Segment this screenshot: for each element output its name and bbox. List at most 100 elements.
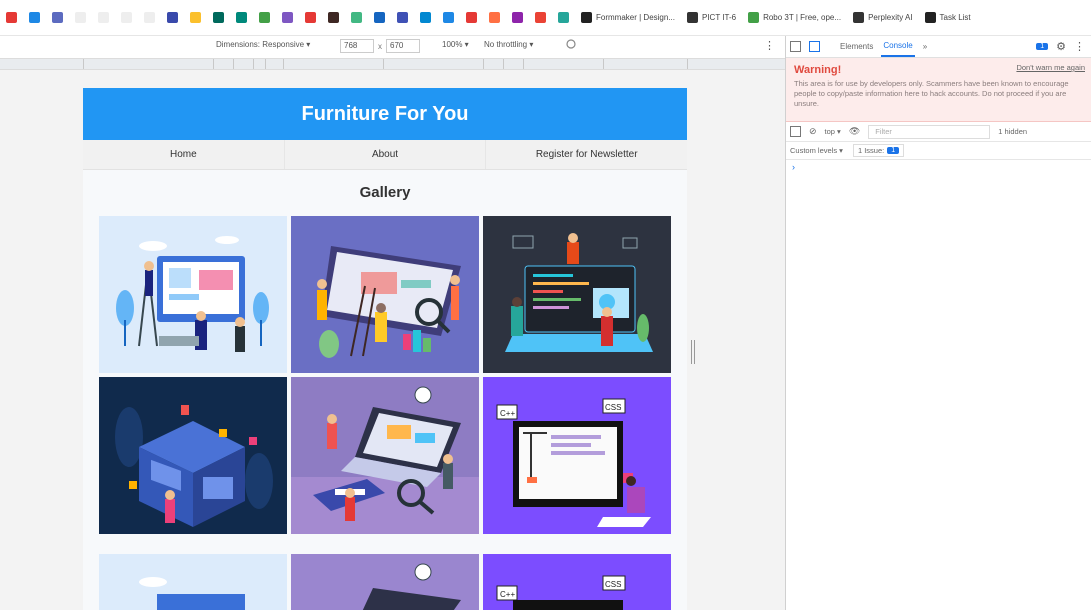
app-icon <box>512 12 523 23</box>
bookmark-item[interactable] <box>75 12 86 23</box>
leaf-icon <box>748 12 760 23</box>
bookmark-item[interactable] <box>236 12 247 23</box>
custom-levels-dropdown[interactable]: Custom levels ▾ <box>790 146 843 155</box>
bookmark-item[interactable]: Formmaker | Design... <box>581 12 675 23</box>
bookmark-item[interactable] <box>558 12 569 23</box>
site-nav: Home About Register for Newsletter <box>83 140 687 170</box>
app-icon <box>443 12 454 23</box>
bookmark-item[interactable]: Perplexity AI <box>853 12 913 23</box>
devtools-menu-icon[interactable]: ⋮ <box>1074 40 1085 53</box>
gallery-grid: C++ CSS <box>99 216 672 534</box>
inspect-element-icon[interactable] <box>790 41 801 52</box>
device-toggle-icon[interactable] <box>809 41 820 52</box>
bookmark-item[interactable] <box>328 12 339 23</box>
bookmark-item[interactable] <box>489 12 500 23</box>
device-toolbar: Dimensions: Responsive ▾ 768 x 670 100% … <box>0 36 785 58</box>
gallery-image[interactable] <box>99 216 287 373</box>
warning-text: This area is for use by developers only.… <box>794 79 1069 108</box>
gallery-image[interactable] <box>291 216 479 373</box>
console-toolbar: ⊘ top ▾ 👁 Filter 1 hidden <box>786 122 1091 142</box>
bookmark-item[interactable]: Task List <box>924 12 971 23</box>
bookmark-item[interactable] <box>535 12 546 23</box>
settings-gear-icon[interactable]: ⚙ <box>1056 40 1066 53</box>
app-icon <box>397 12 408 23</box>
zoom-dropdown[interactable]: 100% ▾ <box>442 40 469 49</box>
bookmark-item[interactable] <box>167 12 178 23</box>
bookmark-item[interactable] <box>213 12 224 23</box>
pen-icon <box>52 12 63 23</box>
bookmark-item[interactable] <box>351 12 362 23</box>
gallery-image[interactable] <box>291 377 479 534</box>
svg-text:C++: C++ <box>500 409 515 418</box>
filter-input[interactable]: Filter <box>868 124 991 139</box>
gallery-grid-partial-row: C++ CSS <box>99 554 672 610</box>
clear-console-icon[interactable]: ⊘ <box>809 126 817 137</box>
height-input[interactable]: 670 <box>386 39 420 53</box>
app-icon <box>374 12 385 23</box>
console-prompt[interactable]: › <box>786 160 1091 174</box>
bookmark-item[interactable] <box>121 12 132 23</box>
tab-elements[interactable]: Elements <box>840 42 873 51</box>
nav-register-newsletter-link[interactable]: Register for Newsletter <box>486 140 687 169</box>
devtools-tabs: Elements Console » 1 ⚙ ⋮ <box>786 36 1091 58</box>
bookmark-item[interactable] <box>6 12 17 23</box>
bookmark-item[interactable] <box>259 12 270 23</box>
bookmark-item[interactable] <box>397 12 408 23</box>
context-dropdown[interactable]: top ▾ <box>825 127 841 136</box>
svg-text:CSS: CSS <box>605 403 621 412</box>
dont-warn-again-link[interactable]: Don't warn me again <box>1016 63 1085 72</box>
resize-handle[interactable] <box>691 340 695 364</box>
bookmark-item[interactable] <box>190 12 201 23</box>
bookmark-item[interactable] <box>144 12 155 23</box>
gmail-icon <box>535 12 546 23</box>
blank-icon <box>98 12 109 23</box>
dimensions-dropdown[interactable]: Dimensions: Responsive ▾ <box>216 40 310 49</box>
bookmark-item[interactable] <box>512 12 523 23</box>
width-input[interactable]: 768 <box>340 39 374 53</box>
issues-button[interactable]: 1 Issue: 1 <box>852 144 905 157</box>
gallery-image[interactable]: C++ CSS <box>483 377 671 534</box>
bookmark-item[interactable] <box>29 12 40 23</box>
bookmarks-bar: Formmaker | Design... PICT IT-6 Robo 3T | … <box>0 0 1091 36</box>
tab-console[interactable]: Console <box>881 36 915 57</box>
throttling-dropdown[interactable]: No throttling ▾ <box>484 40 533 49</box>
bookmark-item[interactable]: PICT IT-6 <box>686 12 736 23</box>
bookmark-item[interactable] <box>466 12 477 23</box>
bookmark-item[interactable]: Robo 3T | Free, ope... <box>748 12 841 23</box>
svg-text:C++: C++ <box>500 590 515 599</box>
app-icon <box>213 12 224 23</box>
doc-icon <box>686 12 698 23</box>
bookmark-item[interactable] <box>305 12 316 23</box>
gallery-image[interactable] <box>291 554 479 610</box>
message-count-badge[interactable]: 1 <box>1036 43 1049 50</box>
gallery-image[interactable] <box>99 554 287 610</box>
app-icon <box>420 12 431 23</box>
nav-home-link[interactable]: Home <box>83 140 285 169</box>
console-warning: Warning! Don't warn me again This area i… <box>786 58 1091 122</box>
app-icon <box>558 12 569 23</box>
bookmark-label: Formmaker | Design... <box>596 13 675 22</box>
dimension-separator: x <box>378 41 382 51</box>
issues-badge: 1 <box>887 147 900 154</box>
nav-about-link[interactable]: About <box>285 140 487 169</box>
app-icon <box>489 12 500 23</box>
bookmark-item[interactable] <box>52 12 63 23</box>
bookmark-item[interactable] <box>282 12 293 23</box>
bookmark-item[interactable] <box>374 12 385 23</box>
bookmark-label: Perplexity AI <box>868 13 913 22</box>
more-tabs-icon[interactable]: » <box>923 42 927 51</box>
bookmark-label: Task List <box>939 13 971 22</box>
eye-icon[interactable]: 👁 <box>849 126 860 137</box>
sidebar-toggle-icon[interactable] <box>790 126 801 137</box>
bookmark-item[interactable] <box>98 12 109 23</box>
rotate-icon[interactable] <box>565 38 577 50</box>
bookmark-item[interactable] <box>420 12 431 23</box>
gallery-image[interactable] <box>99 377 287 534</box>
red-icon <box>6 12 17 23</box>
device-toolbar-menu-icon[interactable]: ⋮ <box>764 39 775 52</box>
vue-icon <box>351 12 362 23</box>
gallery-image[interactable] <box>483 216 671 373</box>
gallery-image[interactable]: C++ CSS <box>483 554 671 610</box>
hidden-count: 1 hidden <box>998 127 1028 136</box>
bookmark-item[interactable] <box>443 12 454 23</box>
